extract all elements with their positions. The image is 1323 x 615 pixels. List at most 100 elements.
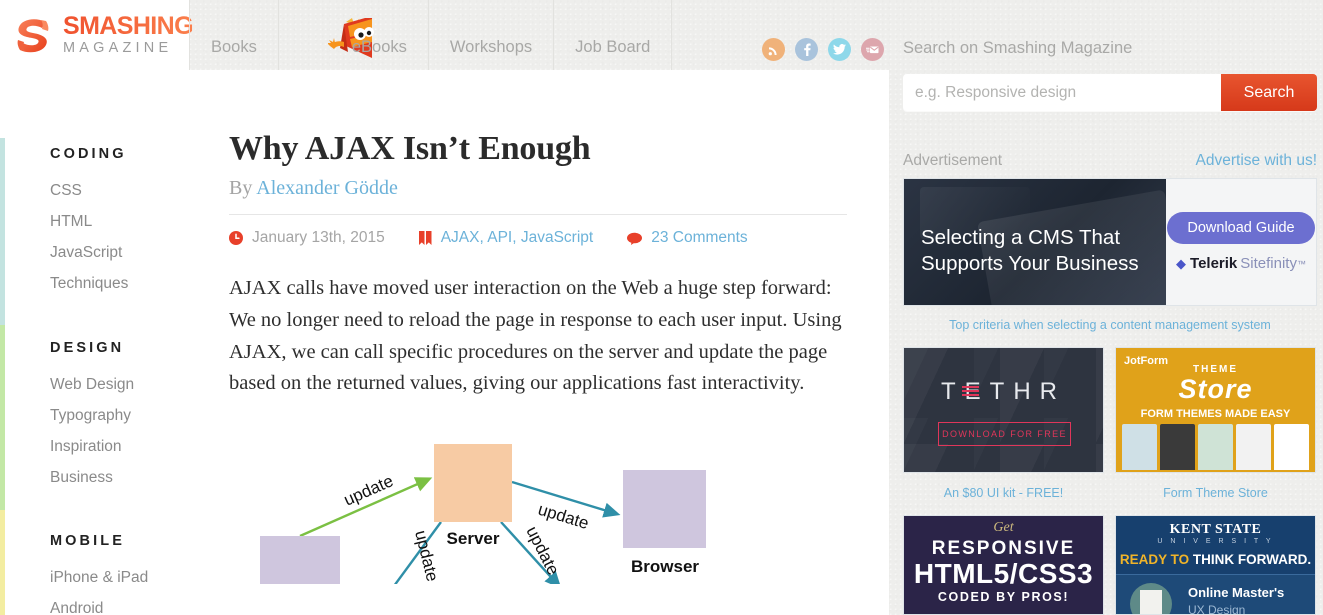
sidebar-category-design: DESIGN Web Design Typography Inspiration… <box>50 340 200 493</box>
advertise-with-us-link[interactable]: Advertise with us! <box>1196 152 1317 170</box>
sitefinity-wordmark: Sitefinity <box>1240 255 1297 272</box>
sidebar-category-mobile: MOBILE iPhone & iPad Android <box>50 533 200 615</box>
page-title: Why AJAX Isn’t Enough <box>229 130 591 167</box>
sidebar-category-coding: CODING CSS HTML JavaScript Techniques <box>50 146 200 299</box>
diagram-node-server <box>434 444 512 523</box>
article-meta: January 13th, 2015 AJAX, API, JavaScript… <box>229 229 847 247</box>
ad-featured-panel: Download Guide ◆ Telerik Sitefinity ™ <box>1166 179 1316 305</box>
ad-featured-caption[interactable]: Top criteria when selecting a content ma… <box>903 318 1317 332</box>
byline-prefix: By <box>229 177 257 200</box>
facebook-icon[interactable] <box>795 38 818 61</box>
nav-tab-ebooks[interactable]: eBooks <box>279 0 429 70</box>
page-root: SMASHING MAGAZINE Books eBooks Workshops… <box>0 0 1323 615</box>
meta-comments: 23 Comments <box>627 229 748 247</box>
diagram-node-browser-right <box>623 470 706 549</box>
tethr-accent-bars <box>962 386 979 398</box>
diagram-label-browser: Browser <box>631 557 699 576</box>
category-sidebar: CODING CSS HTML JavaScript Techniques DE… <box>0 70 206 615</box>
tethr-download-button[interactable]: DOWNLOAD FOR FREE <box>938 422 1071 446</box>
ad-tile-responsive-html5[interactable]: Get RESPONSIVE HTML5/CSS3 CODED BY PROS! <box>903 515 1104 615</box>
ad-tile-tethr[interactable]: TETHR DOWNLOAD FOR FREE <box>903 347 1104 473</box>
twitter-icon[interactable] <box>828 38 851 61</box>
ad-featured-image: Selecting a CMS That Supports Your Busin… <box>904 179 1166 305</box>
smashing-s-logo-icon <box>12 13 56 57</box>
sidebar-item-business[interactable]: Business <box>50 462 200 493</box>
trademark-symbol: ™ <box>1296 258 1306 269</box>
sidebar-item-web-design[interactable]: Web Design <box>50 369 200 400</box>
sidebar-heading-design: DESIGN <box>50 340 125 356</box>
diagram-edge-label-1: update <box>341 471 396 510</box>
article-body-text: AJAX calls have moved user interaction o… <box>229 277 842 395</box>
search-bar: Search <box>903 74 1317 111</box>
nav-tab-books[interactable]: Books <box>189 0 279 70</box>
sidebar-item-iphone-ipad[interactable]: iPhone & iPad <box>50 562 200 593</box>
newsletter-icon[interactable] <box>861 38 884 61</box>
ad-featured-title: Selecting a CMS That Supports Your Busin… <box>921 226 1139 275</box>
search-input[interactable] <box>903 74 1221 111</box>
ad-tile-kent-state[interactable]: KENT STATE U N I V E R S I T Y READY TO … <box>1115 515 1316 615</box>
responsive-line-1: RESPONSIVE <box>931 538 1076 559</box>
telerik-diamond-icon: ◆ <box>1176 255 1187 271</box>
sidebar-item-inspiration[interactable]: Inspiration <box>50 431 200 462</box>
sidebar-item-css[interactable]: CSS <box>50 175 200 206</box>
tethr-background <box>904 348 1103 472</box>
jotform-store-text: Store <box>1178 374 1253 404</box>
search-button[interactable]: Search <box>1221 74 1317 111</box>
kent-state-lower-band: Online Master's UX Design <box>1116 574 1315 614</box>
main-content-panel: CODING CSS HTML JavaScript Techniques DE… <box>0 70 889 615</box>
responsive-get-text: Get <box>993 520 1014 535</box>
sidebar-heading-coding: CODING <box>50 146 127 162</box>
byline: By Alexander Gödde <box>229 177 847 200</box>
bookmark-icon <box>418 230 432 246</box>
clock-icon <box>229 231 243 246</box>
accent-strip-mobile <box>0 510 5 615</box>
top-navigation: Books eBooks Workshops Job Board <box>189 0 673 70</box>
responsive-line-3: CODED BY PROS! <box>937 590 1070 604</box>
meta-comments-link[interactable]: 23 Comments <box>651 229 747 247</box>
kent-state-document-icon <box>1140 590 1162 614</box>
meta-tags-link[interactable]: AJAX, API, JavaScript <box>441 229 593 247</box>
sidebar-item-techniques[interactable]: Techniques <box>50 268 200 299</box>
site-logo[interactable]: SMASHING MAGAZINE <box>12 12 194 57</box>
social-links <box>762 38 884 61</box>
sidebar-item-typography[interactable]: Typography <box>50 400 200 431</box>
nav-tab-workshops[interactable]: Workshops <box>429 0 555 70</box>
rss-icon[interactable] <box>762 38 785 61</box>
diagram-node-browser-left <box>260 536 340 585</box>
nav-label-workshops: Workshops <box>449 37 533 56</box>
meta-divider <box>229 214 847 216</box>
ad-caption-tethr[interactable]: An $80 UI kit - FREE! <box>903 486 1104 500</box>
ad-tile-jotform[interactable]: JotForm THEME Store FORM THEMES MADE EAS… <box>1115 347 1316 473</box>
logo-smashing-text: SMASHING <box>63 12 194 41</box>
kent-state-university-text: U N I V E R S I T Y <box>1157 538 1274 545</box>
nav-tab-job-board[interactable]: Job Board <box>554 0 673 70</box>
telerik-wordmark: Telerik <box>1190 255 1238 272</box>
accent-strip-coding <box>0 138 5 325</box>
kent-state-program-title: Online Master's <box>1188 585 1285 600</box>
kent-headline-part-a: READY TO <box>1119 552 1193 567</box>
nav-label-ebooks: eBooks <box>351 37 407 56</box>
kent-state-headline: READY TO THINK FORWARD. <box>1116 552 1315 567</box>
diagram-label-server: Server <box>447 529 500 548</box>
kent-headline-part-b: THINK FORWARD. <box>1192 552 1312 567</box>
download-guide-button[interactable]: Download Guide <box>1167 212 1315 244</box>
logo-area: SMASHING MAGAZINE <box>0 0 194 70</box>
meta-tags: AJAX, API, JavaScript <box>418 229 593 247</box>
tethr-wordmark: TETHR <box>941 378 1066 405</box>
responsive-line-2: HTML5/CSS3 <box>913 558 1094 589</box>
sidebar-item-html[interactable]: HTML <box>50 206 200 237</box>
sidebar-item-android[interactable]: Android <box>50 593 200 615</box>
author-link[interactable]: Alexander Gödde <box>256 177 398 199</box>
kent-state-logo: KENT STATE <box>1169 522 1262 537</box>
accent-strip-design <box>0 325 5 510</box>
telerik-sitefinity-logo: ◆ Telerik Sitefinity ™ <box>1176 255 1306 272</box>
search-label: Search on Smashing Magazine <box>903 39 1133 57</box>
sidebar-item-javascript[interactable]: JavaScript <box>50 237 200 268</box>
jotform-template-previews <box>1122 424 1309 470</box>
ajax-flow-diagram: Server Browser update update update upda… <box>229 424 847 585</box>
meta-date: January 13th, 2015 <box>229 229 385 247</box>
ad-caption-jotform[interactable]: Form Theme Store <box>1115 486 1316 500</box>
advertisement-label: Advertisement <box>903 152 1003 169</box>
ad-featured-telerik[interactable]: Selecting a CMS That Supports Your Busin… <box>903 178 1317 306</box>
article: Why AJAX Isn’t Enough By Alexander Gödde… <box>229 130 847 585</box>
